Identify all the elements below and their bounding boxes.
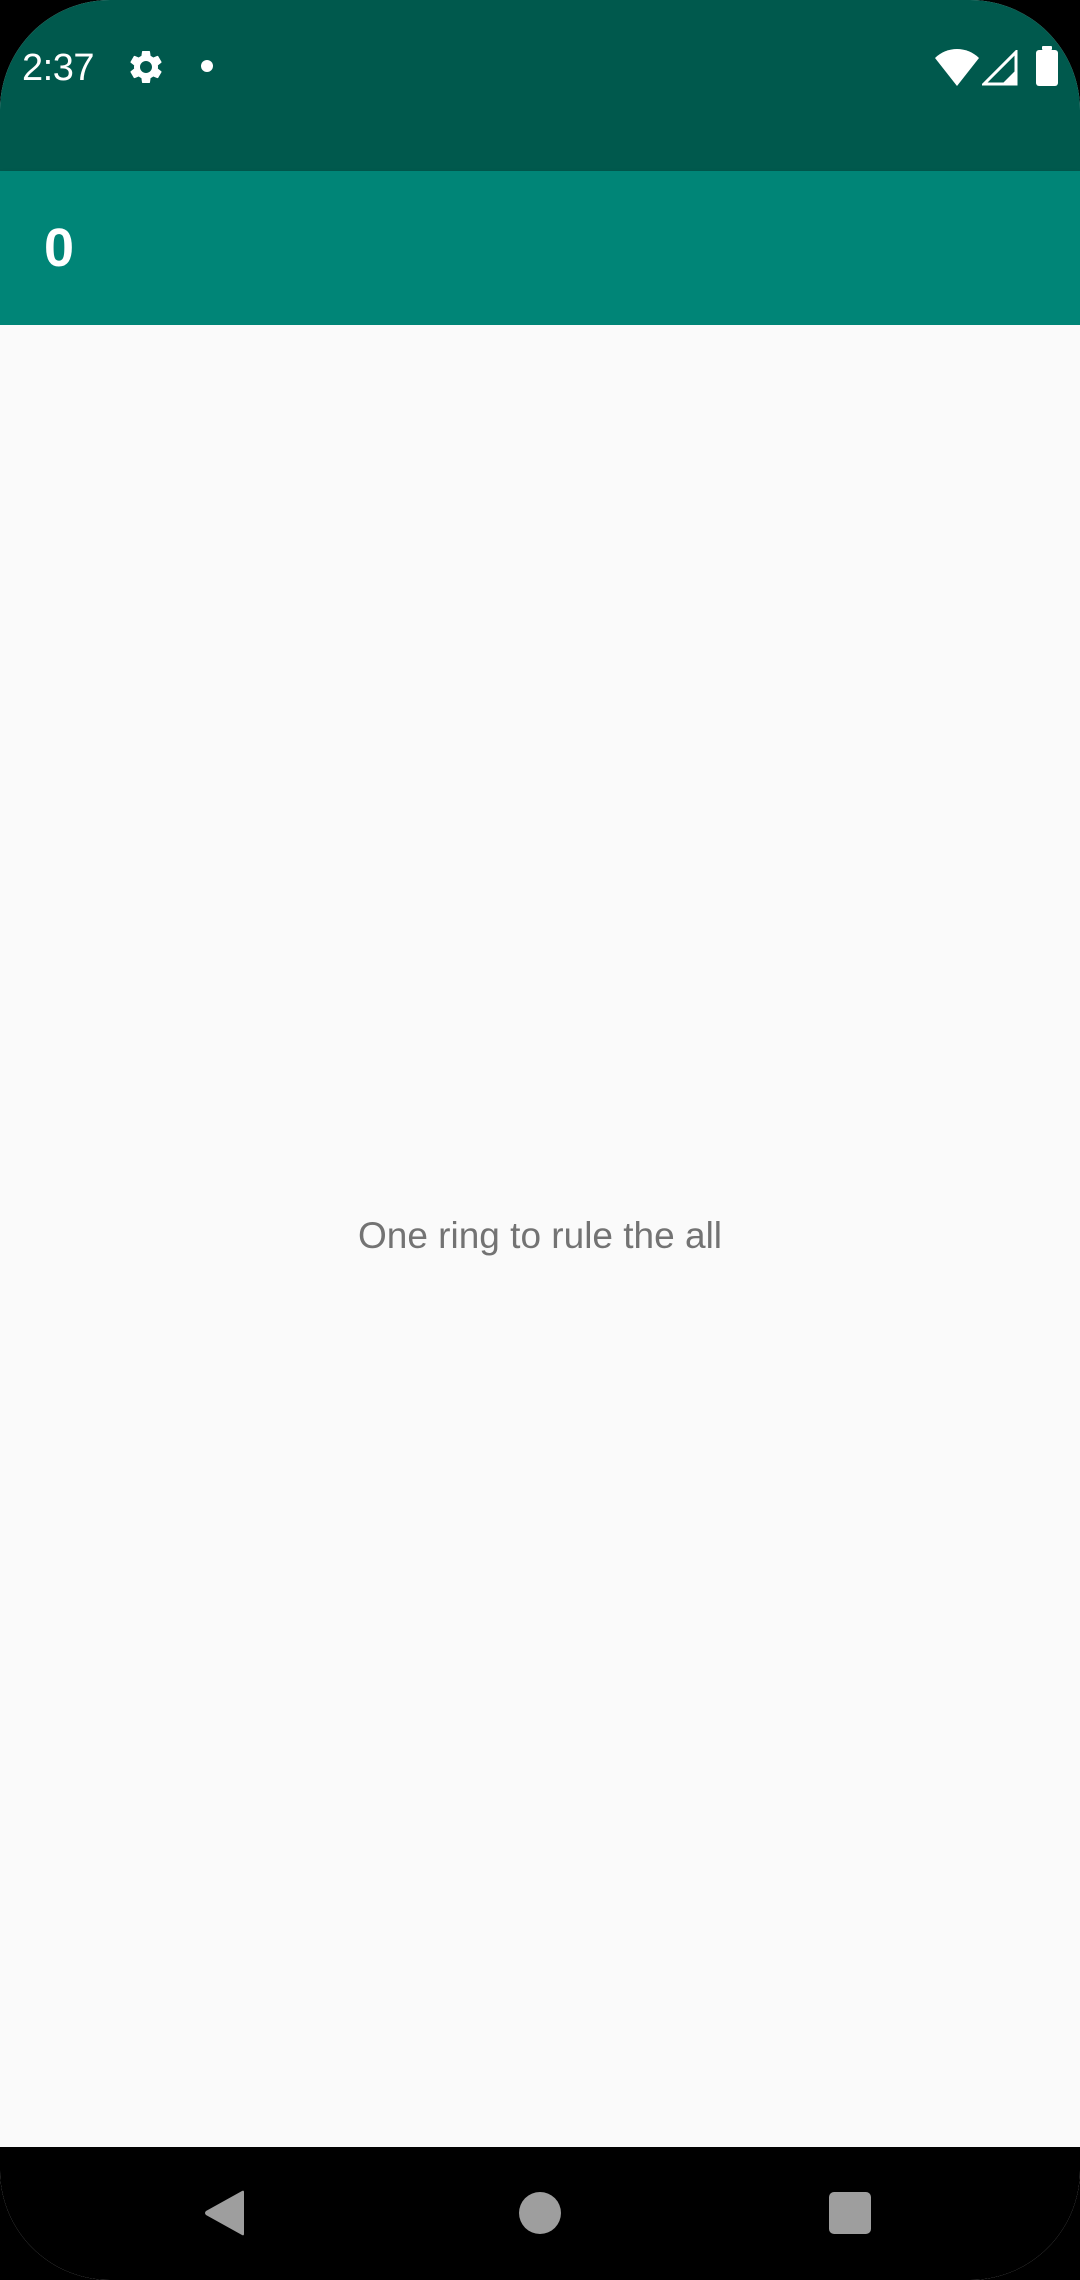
home-icon[interactable] — [519, 2192, 561, 2234]
phone-screen: 2:37 0 One ring to rule the all — [0, 0, 1080, 2280]
app-title: 0 — [44, 218, 75, 278]
status-bar: 2:37 — [0, 0, 1080, 171]
back-icon[interactable] — [204, 2190, 246, 2236]
center-message: One ring to rule the all — [357, 1215, 723, 1256]
cell-signal-icon — [982, 50, 1018, 86]
app-bar: 0 — [0, 171, 1080, 325]
main-content: One ring to rule the all — [0, 325, 1080, 2147]
wifi-icon — [935, 49, 979, 86]
recents-icon[interactable] — [829, 2192, 871, 2234]
status-time: 2:37 — [22, 47, 94, 89]
battery-icon — [1036, 46, 1058, 86]
notification-dot-icon — [201, 60, 213, 72]
gear-icon — [130, 50, 162, 83]
navigation-bar — [0, 2147, 1080, 2280]
